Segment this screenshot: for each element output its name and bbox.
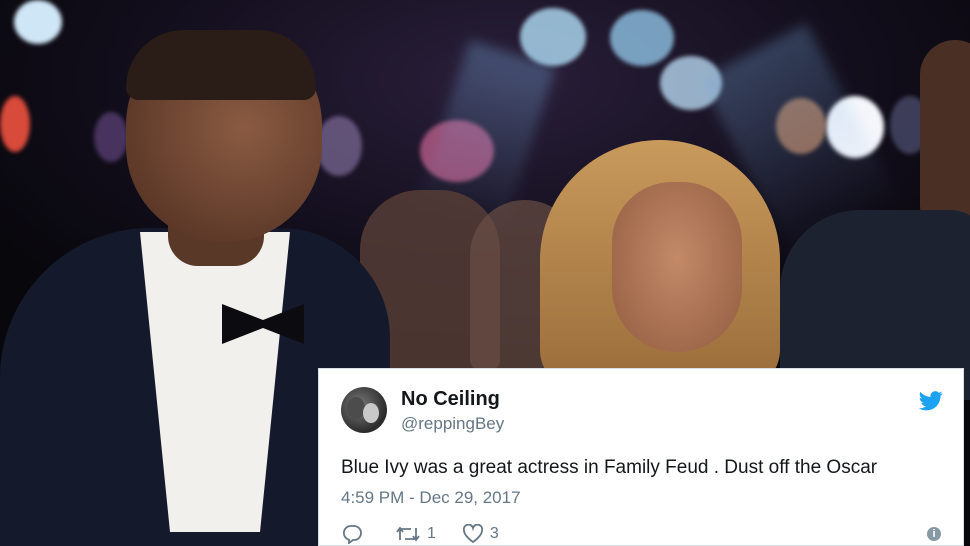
like-button[interactable]: 3 [462,524,499,544]
tweet-text: Blue Ivy was a great actress in Family F… [341,457,878,478]
retweet-button[interactable]: 1 [395,525,436,543]
avatar[interactable] [341,387,387,433]
reply-icon [342,525,362,544]
retweet-icon [396,526,420,542]
like-icon [462,524,483,544]
tweet-author-name[interactable]: No Ceiling [401,388,500,411]
retweet-count: 1 [427,525,436,542]
tweet-card[interactable]: No Ceiling @reppingBey Blue Ivy was a gr… [318,368,964,546]
reply-button[interactable] [341,524,369,544]
like-count: 3 [489,525,499,542]
tweet-actions: 1 3 [341,523,525,545]
woman-smiling [540,130,790,390]
bokeh-light [610,10,674,66]
twitter-bird-icon[interactable] [919,391,943,411]
man-right-edge [780,20,970,400]
bokeh-light [520,8,586,66]
tweet-timestamp[interactable]: 4:59 PM - Dec 29, 2017 [341,488,521,508]
info-icon[interactable]: i [927,527,941,541]
tweet-author-handle[interactable]: @reppingBey [401,414,504,434]
